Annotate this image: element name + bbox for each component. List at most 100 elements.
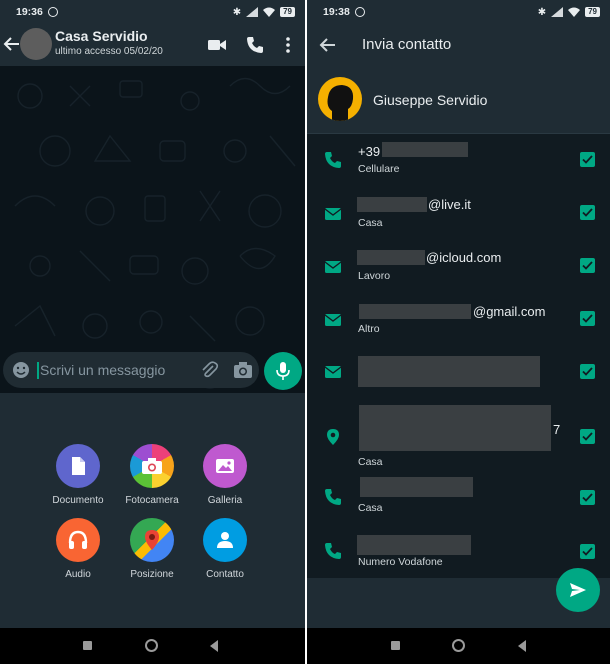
field-type: Altro bbox=[358, 323, 380, 335]
field-checkbox[interactable] bbox=[580, 364, 595, 379]
camera-icon bbox=[130, 444, 174, 488]
battery-icon: 79 bbox=[585, 7, 600, 17]
battery-icon: 79 bbox=[280, 7, 295, 17]
email-icon bbox=[324, 208, 342, 220]
field-value: @gmail.com bbox=[473, 304, 546, 319]
field-type: Cellulare bbox=[358, 163, 400, 175]
emoji-icon[interactable] bbox=[12, 361, 30, 379]
home-icon[interactable] bbox=[145, 639, 158, 652]
contact-header: Giuseppe Servidio bbox=[307, 66, 610, 134]
field-value: 7 bbox=[553, 422, 561, 437]
nav-back-icon[interactable] bbox=[209, 640, 219, 652]
video-call-icon[interactable] bbox=[207, 35, 227, 55]
gallery-icon bbox=[203, 444, 247, 488]
system-nav-bar bbox=[307, 628, 610, 664]
signal-icon bbox=[551, 7, 564, 17]
contact-avatar bbox=[318, 77, 362, 121]
field-checkbox[interactable] bbox=[580, 152, 595, 167]
field-value: @icloud.com bbox=[426, 250, 502, 265]
wifi-icon bbox=[568, 7, 581, 17]
status-bar: 19:38 ✱ 79 bbox=[307, 0, 610, 24]
attach-panel: Documento Fotocamera Galleria Audio Posi… bbox=[0, 393, 305, 628]
attach-label: Posizione bbox=[130, 569, 174, 580]
person-silhouette-icon bbox=[327, 85, 354, 121]
send-contact-header: Invia contatto bbox=[307, 24, 610, 66]
mic-icon bbox=[276, 362, 290, 380]
attach-document[interactable]: Documento bbox=[43, 444, 113, 506]
redacted-value bbox=[357, 197, 427, 212]
contact-field-row[interactable]: 7 Casa bbox=[307, 400, 610, 468]
status-time: 19:38 bbox=[323, 6, 350, 18]
mic-button[interactable] bbox=[264, 352, 302, 390]
attach-location[interactable]: Posizione bbox=[117, 518, 187, 580]
field-value: @live.it bbox=[428, 197, 471, 212]
attach-audio[interactable]: Audio bbox=[43, 518, 113, 580]
redacted-value bbox=[357, 250, 425, 265]
field-type: Casa bbox=[358, 502, 383, 514]
phone-icon bbox=[325, 489, 341, 505]
redacted-value bbox=[359, 405, 551, 451]
home-icon[interactable] bbox=[452, 639, 465, 652]
field-type: Casa bbox=[358, 217, 383, 229]
attach-label: Galleria bbox=[207, 495, 243, 506]
email-icon bbox=[324, 366, 342, 378]
contact-fields-list: +39 Cellulare @live.it Casa @icloud.com … bbox=[307, 135, 610, 578]
chat-title[interactable]: Casa Servidio bbox=[55, 28, 148, 44]
bluetooth-icon: ✱ bbox=[537, 6, 547, 18]
document-icon bbox=[56, 444, 100, 488]
field-checkbox[interactable] bbox=[580, 490, 595, 505]
alarm-icon bbox=[47, 7, 58, 17]
chat-header: Casa Servidio ultimo accesso 05/02/20 bbox=[0, 24, 305, 66]
alarm-icon bbox=[354, 7, 365, 17]
message-composer bbox=[3, 352, 259, 388]
attach-label: Documento bbox=[52, 495, 104, 506]
status-bar: 19:36 ✱ 79 bbox=[0, 0, 305, 24]
camera-icon[interactable] bbox=[233, 361, 253, 379]
contact-name: Giuseppe Servidio bbox=[373, 92, 488, 108]
field-checkbox[interactable] bbox=[580, 205, 595, 220]
back-arrow-icon[interactable] bbox=[3, 35, 21, 53]
attach-clip-icon[interactable] bbox=[199, 360, 219, 380]
contact-field-row[interactable] bbox=[307, 347, 610, 400]
nav-back-icon[interactable] bbox=[517, 640, 527, 652]
contact-field-row[interactable]: @gmail.com Altro bbox=[307, 294, 610, 347]
field-type: Lavoro bbox=[358, 270, 391, 282]
attach-label: Fotocamera bbox=[125, 495, 179, 506]
field-checkbox[interactable] bbox=[580, 544, 595, 559]
redacted-value bbox=[360, 477, 473, 497]
attach-gallery[interactable]: Galleria bbox=[190, 444, 260, 506]
phone-icon bbox=[325, 543, 341, 559]
contact-field-row[interactable]: @icloud.com Lavoro bbox=[307, 241, 610, 294]
contact-field-row[interactable]: Casa bbox=[307, 468, 610, 521]
avatar[interactable] bbox=[20, 28, 52, 60]
message-input[interactable] bbox=[40, 360, 190, 380]
redacted-value bbox=[359, 304, 471, 319]
recents-icon[interactable] bbox=[391, 641, 400, 650]
send-contact-screen: 19:38 ✱ 79 Invia contatto Giuseppe Servi… bbox=[307, 0, 610, 664]
recents-icon[interactable] bbox=[83, 641, 92, 650]
redacted-value bbox=[357, 535, 471, 555]
field-value: +39 bbox=[358, 144, 381, 159]
field-checkbox[interactable] bbox=[580, 311, 595, 326]
contact-field-row[interactable]: @live.it Casa bbox=[307, 188, 610, 241]
last-seen: ultimo accesso 05/02/20 bbox=[55, 46, 163, 57]
contact-field-row[interactable]: Numero Vodafone bbox=[307, 521, 610, 578]
field-type: Casa bbox=[358, 456, 383, 468]
page-title: Invia contatto bbox=[362, 36, 452, 53]
headphones-icon bbox=[56, 518, 100, 562]
more-options-icon[interactable] bbox=[278, 35, 298, 55]
send-button[interactable] bbox=[556, 568, 600, 612]
back-arrow-icon[interactable] bbox=[319, 36, 337, 54]
email-icon bbox=[324, 314, 342, 326]
chat-screen: 19:36 ✱ 79 Casa Servidio ultimo accesso … bbox=[0, 0, 305, 664]
text-cursor bbox=[37, 362, 39, 379]
field-checkbox[interactable] bbox=[580, 258, 595, 273]
field-checkbox[interactable] bbox=[580, 429, 595, 444]
send-icon bbox=[570, 583, 586, 597]
voice-call-icon[interactable] bbox=[245, 35, 265, 55]
signal-icon bbox=[246, 7, 259, 17]
contact-field-row[interactable]: +39 Cellulare bbox=[307, 135, 610, 188]
attach-camera[interactable]: Fotocamera bbox=[117, 444, 187, 506]
attach-contact[interactable]: Contatto bbox=[190, 518, 260, 580]
wifi-icon bbox=[263, 7, 276, 17]
